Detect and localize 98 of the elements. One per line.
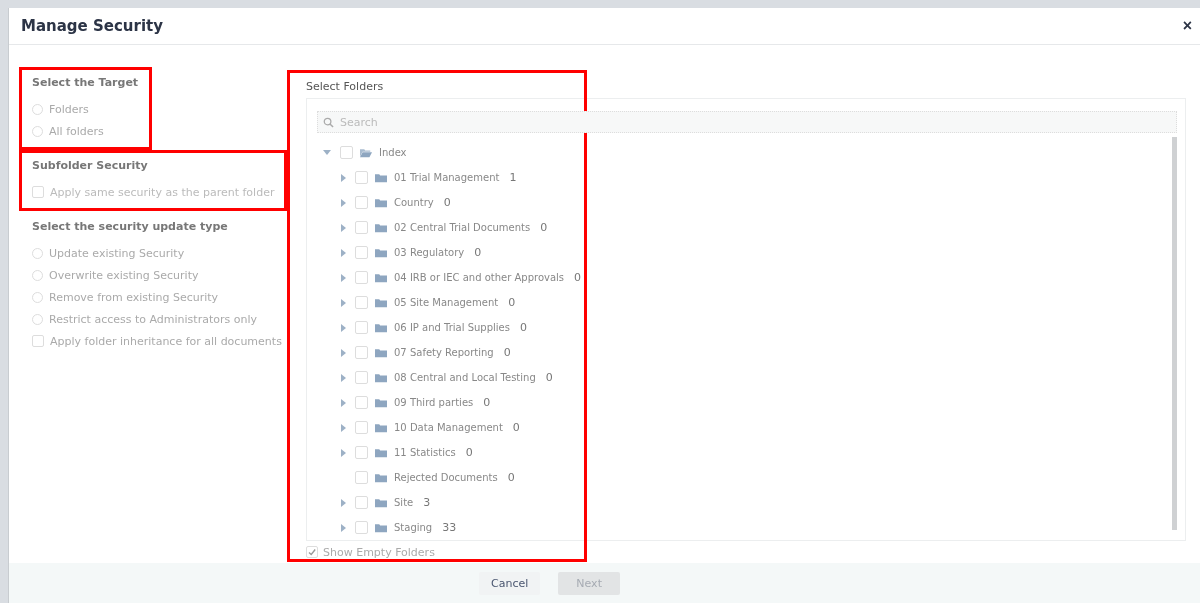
checkbox[interactable] (355, 396, 368, 409)
folder-count: 0 (540, 221, 548, 234)
checkbox[interactable] (355, 271, 368, 284)
folder-count: 0 (574, 271, 582, 284)
option-label: Update existing Security (49, 246, 185, 260)
expand-caret-icon[interactable] (341, 198, 346, 207)
folder-count: 0 (474, 246, 482, 259)
cancel-button[interactable]: Cancel (479, 571, 541, 595)
folder-icon (375, 222, 387, 233)
collapse-caret-icon[interactable] (323, 150, 331, 155)
folder-icon (375, 322, 387, 333)
checkbox[interactable] (355, 346, 368, 359)
folder-icon (375, 247, 387, 258)
checkbox[interactable] (355, 196, 368, 209)
folder-count: 0 (512, 421, 520, 434)
checkbox[interactable] (355, 421, 368, 434)
checkbox[interactable] (355, 221, 368, 234)
folder-icon (375, 447, 387, 458)
folder-icon (375, 347, 387, 358)
section-heading: Select the Target (32, 76, 140, 89)
checkbox[interactable] (355, 446, 368, 459)
folder-count: 0 (507, 471, 515, 484)
expand-caret-icon[interactable] (341, 273, 346, 282)
expand-caret-icon[interactable] (341, 423, 346, 432)
option-label: Show Empty Folders (323, 545, 435, 559)
folder-name[interactable]: Index (379, 147, 407, 158)
search-field[interactable]: Search (317, 111, 1177, 133)
option-label: Overwrite existing Security (49, 268, 199, 282)
folder-name[interactable]: 03 Regulatory (394, 247, 465, 258)
folder-name[interactable]: 10 Data Management (394, 422, 503, 433)
checkbox[interactable] (355, 521, 368, 534)
folder-count: 3 (423, 496, 431, 509)
expand-caret-icon[interactable] (341, 173, 346, 182)
checkbox[interactable] (32, 335, 44, 347)
section-heading: Subfolder Security (32, 159, 149, 172)
folder-icon (375, 522, 387, 533)
folder-count: 0 (465, 446, 473, 459)
checkbox[interactable] (355, 296, 368, 309)
folder-icon (375, 497, 387, 508)
folder-name[interactable]: Site (394, 497, 414, 508)
folder-icon (375, 172, 387, 183)
checkbox[interactable] (355, 246, 368, 259)
folder-count: 0 (545, 371, 553, 384)
scrollbar[interactable] (1172, 137, 1177, 530)
folder-count: 0 (483, 396, 491, 409)
folder-name[interactable]: Rejected Documents (394, 472, 498, 483)
expand-caret-icon[interactable] (341, 223, 346, 232)
option-label: Apply same security as the parent folder (50, 185, 275, 199)
expand-caret-icon[interactable] (341, 523, 346, 532)
folder-name[interactable]: 09 Third parties (394, 397, 474, 408)
checkbox[interactable] (355, 471, 368, 484)
folder-name[interactable]: 06 IP and Trial Supplies (394, 322, 510, 333)
expand-caret-icon[interactable] (341, 398, 346, 407)
folder-icon (375, 422, 387, 433)
folder-icon (375, 472, 387, 483)
option-label: All folders (49, 124, 104, 138)
expand-caret-icon[interactable] (341, 448, 346, 457)
folder-count: 33 (442, 521, 457, 534)
expand-caret-icon[interactable] (341, 248, 346, 257)
folder-count: 0 (503, 346, 511, 359)
section-heading: Select the security update type (32, 220, 229, 233)
checkbox[interactable] (340, 146, 353, 159)
option-label: Folders (49, 102, 89, 116)
section-heading: Select Folders (305, 79, 385, 95)
folder-icon (375, 197, 387, 208)
folder-name[interactable]: 08 Central and Local Testing (394, 372, 536, 383)
expand-caret-icon[interactable] (341, 348, 346, 357)
folder-name[interactable]: 05 Site Management (394, 297, 499, 308)
folder-count: 0 (508, 296, 516, 309)
expand-caret-icon[interactable] (341, 323, 346, 332)
dialog-title: Manage Security (21, 17, 164, 35)
folder-icon (375, 297, 387, 308)
folder-count: 1 (509, 171, 517, 184)
expand-caret-icon[interactable] (341, 498, 346, 507)
folder-name[interactable]: 07 Safety Reporting (394, 347, 494, 358)
folder-name[interactable]: 04 IRB or IEC and other Approvals (394, 272, 565, 283)
folder-name[interactable]: 11 Statistics (394, 447, 456, 458)
folder-name[interactable]: Staging (394, 522, 433, 533)
expand-caret-icon[interactable] (341, 373, 346, 382)
folder-name[interactable]: 02 Central Trial Documents (394, 222, 531, 233)
option-label: Restrict access to Administrators only (49, 312, 257, 326)
option-label: Remove from existing Security (49, 290, 219, 304)
close-button[interactable]: × (1178, 17, 1196, 35)
open-folder-icon (360, 147, 372, 158)
folder-name[interactable]: 01 Trial Management (394, 172, 500, 183)
folder-icon (375, 272, 387, 283)
checkbox[interactable] (355, 321, 368, 334)
expand-caret-icon[interactable] (341, 298, 346, 307)
checkbox[interactable] (355, 496, 368, 509)
folder-count: 0 (519, 321, 527, 334)
checkbox[interactable] (355, 171, 368, 184)
folder-count: 0 (443, 196, 451, 209)
checkbox[interactable] (306, 546, 318, 558)
folder-icon (375, 397, 387, 408)
option-label: Apply folder inheritance for all documents (50, 334, 282, 348)
folder-name[interactable]: Country (394, 197, 434, 208)
folder-icon (375, 372, 387, 383)
checkbox[interactable] (355, 371, 368, 384)
